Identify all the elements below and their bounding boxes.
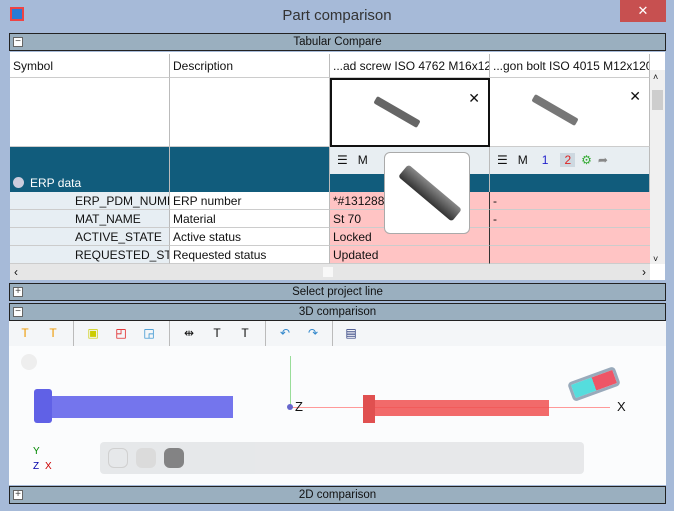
part2-head xyxy=(363,395,375,423)
part2-value-cell xyxy=(490,246,650,264)
redo-icon[interactable]: ↷ xyxy=(305,325,321,341)
triad-z: Z xyxy=(33,461,40,472)
group-cell xyxy=(490,174,650,192)
align-icon[interactable]: ⇹ xyxy=(181,325,197,341)
section-2d-comparison[interactable]: +2D comparison xyxy=(9,486,666,504)
section-title: 3D comparison xyxy=(298,306,377,318)
select-all-icon[interactable]: ▣ xyxy=(85,325,101,341)
section-title: 2D comparison xyxy=(298,489,377,501)
view-cube-icon[interactable] xyxy=(21,354,37,370)
axis-z-label: Z xyxy=(295,399,303,414)
export-icon[interactable]: ➦ xyxy=(598,153,608,167)
select-blue-icon[interactable]: ◲ xyxy=(141,325,157,341)
description-cell: ERP number xyxy=(170,192,330,210)
axis-x-label: X xyxy=(617,399,626,414)
filter-icon[interactable]: T xyxy=(17,325,33,341)
section-title: Tabular Compare xyxy=(293,36,382,48)
part2-toolbar: ☰ M 1 2 ⚙ ➦ xyxy=(490,147,650,174)
transform-icon[interactable]: T xyxy=(209,325,225,341)
symbol-cell: MAT_NAME xyxy=(10,210,170,228)
group-erp-data[interactable]: ERP data xyxy=(10,174,170,192)
3d-viewport[interactable]: Z X Y Z X xyxy=(9,346,666,485)
screw-preview-image xyxy=(398,164,462,222)
symbol-cell: REQUESTED_STATE xyxy=(10,246,170,264)
image-row-empty xyxy=(10,78,170,147)
3d-glasses-icon[interactable] xyxy=(567,366,621,402)
toolbar-row-empty xyxy=(170,147,330,174)
horizontal-scrollbar[interactable]: ‹ › xyxy=(10,264,650,280)
part2-value-cell: - xyxy=(490,192,650,210)
triad-x: X xyxy=(45,461,52,472)
transparent-button[interactable] xyxy=(164,448,184,468)
set-2-button[interactable]: 2 xyxy=(560,153,576,167)
app-icon xyxy=(10,7,24,21)
screw-thumbnail xyxy=(373,96,421,128)
toolbar-row-empty xyxy=(10,147,170,174)
transform-add-icon[interactable]: T xyxy=(237,325,253,341)
group-label: ERP data xyxy=(30,176,82,190)
filter-blue-icon[interactable]: T xyxy=(45,325,61,341)
description-cell: Active status xyxy=(170,228,330,246)
collapse-group-icon[interactable] xyxy=(13,177,24,188)
window-title: Part comparison xyxy=(282,7,392,24)
collapse-icon[interactable]: − xyxy=(13,307,23,317)
part2-value-cell xyxy=(490,228,650,246)
description-cell: Requested status xyxy=(170,246,330,264)
part2-image-cell[interactable]: ✕ xyxy=(490,78,650,147)
undo-icon[interactable]: ↶ xyxy=(277,325,293,341)
section-tabular-compare[interactable]: − Tabular Compare xyxy=(9,33,666,51)
col-header-part1[interactable]: ...ad screw ISO 4762 M16x120 xyxy=(330,54,490,78)
part-preview-tooltip xyxy=(384,152,470,234)
remove-part2-button[interactable]: ✕ xyxy=(629,88,641,105)
section-select-project-line[interactable]: + Select project line xyxy=(9,283,666,301)
close-button[interactable]: ✕ xyxy=(620,0,666,22)
part1-shank xyxy=(52,396,233,418)
remove-part1-button[interactable]: ✕ xyxy=(468,90,480,107)
3d-toolbar: T T ▣ ◰ ◲ ⇹ T T ↶ ↷ ▤ xyxy=(9,321,666,346)
bolt-thumbnail xyxy=(531,94,579,126)
section-3d-comparison[interactable]: − 3D comparison xyxy=(9,303,666,321)
part1-image-cell[interactable]: ✕ xyxy=(330,78,490,147)
properties-icon[interactable]: ☰ xyxy=(497,153,508,167)
wireframe-button[interactable] xyxy=(108,448,128,468)
section-title: Select project line xyxy=(292,286,383,298)
description-cell: Material xyxy=(170,210,330,228)
report-icon[interactable]: ▤ xyxy=(343,325,359,341)
expand-icon[interactable]: + xyxy=(13,287,23,297)
part1-model xyxy=(34,389,52,423)
col-header-part2[interactable]: ...gon bolt ISO 4015 M12x120 xyxy=(490,54,650,78)
compare-table: Symbol Description ...ad screw ISO 4762 … xyxy=(10,52,665,280)
col-header-description[interactable]: Description xyxy=(170,54,330,78)
col-header-symbol[interactable]: Symbol xyxy=(10,54,170,78)
symbol-cell: ERP_PDM_NUMBER xyxy=(10,192,170,210)
part1-value-cell: Updated xyxy=(330,246,490,264)
image-row-empty xyxy=(170,78,330,147)
shaded-button[interactable] xyxy=(136,448,156,468)
settings-icon[interactable]: ⚙ xyxy=(581,153,592,167)
m-button[interactable]: M xyxy=(518,153,528,167)
set-1-button[interactable]: 1 xyxy=(542,153,549,167)
part2-value-cell: - xyxy=(490,210,650,228)
properties-icon[interactable]: ☰ xyxy=(337,153,348,167)
triad-y: Y xyxy=(33,446,40,457)
view-mode-toolbar xyxy=(100,442,584,474)
m-button[interactable]: M xyxy=(358,153,368,167)
collapse-icon[interactable]: − xyxy=(13,37,23,47)
symbol-cell: ACTIVE_STATE xyxy=(10,228,170,246)
select-red-icon[interactable]: ◰ xyxy=(113,325,129,341)
group-cell xyxy=(170,174,330,192)
part2-shank xyxy=(375,400,549,416)
expand-icon[interactable]: + xyxy=(13,490,23,500)
vertical-scrollbar[interactable]: ˄ ˅ xyxy=(650,70,665,264)
